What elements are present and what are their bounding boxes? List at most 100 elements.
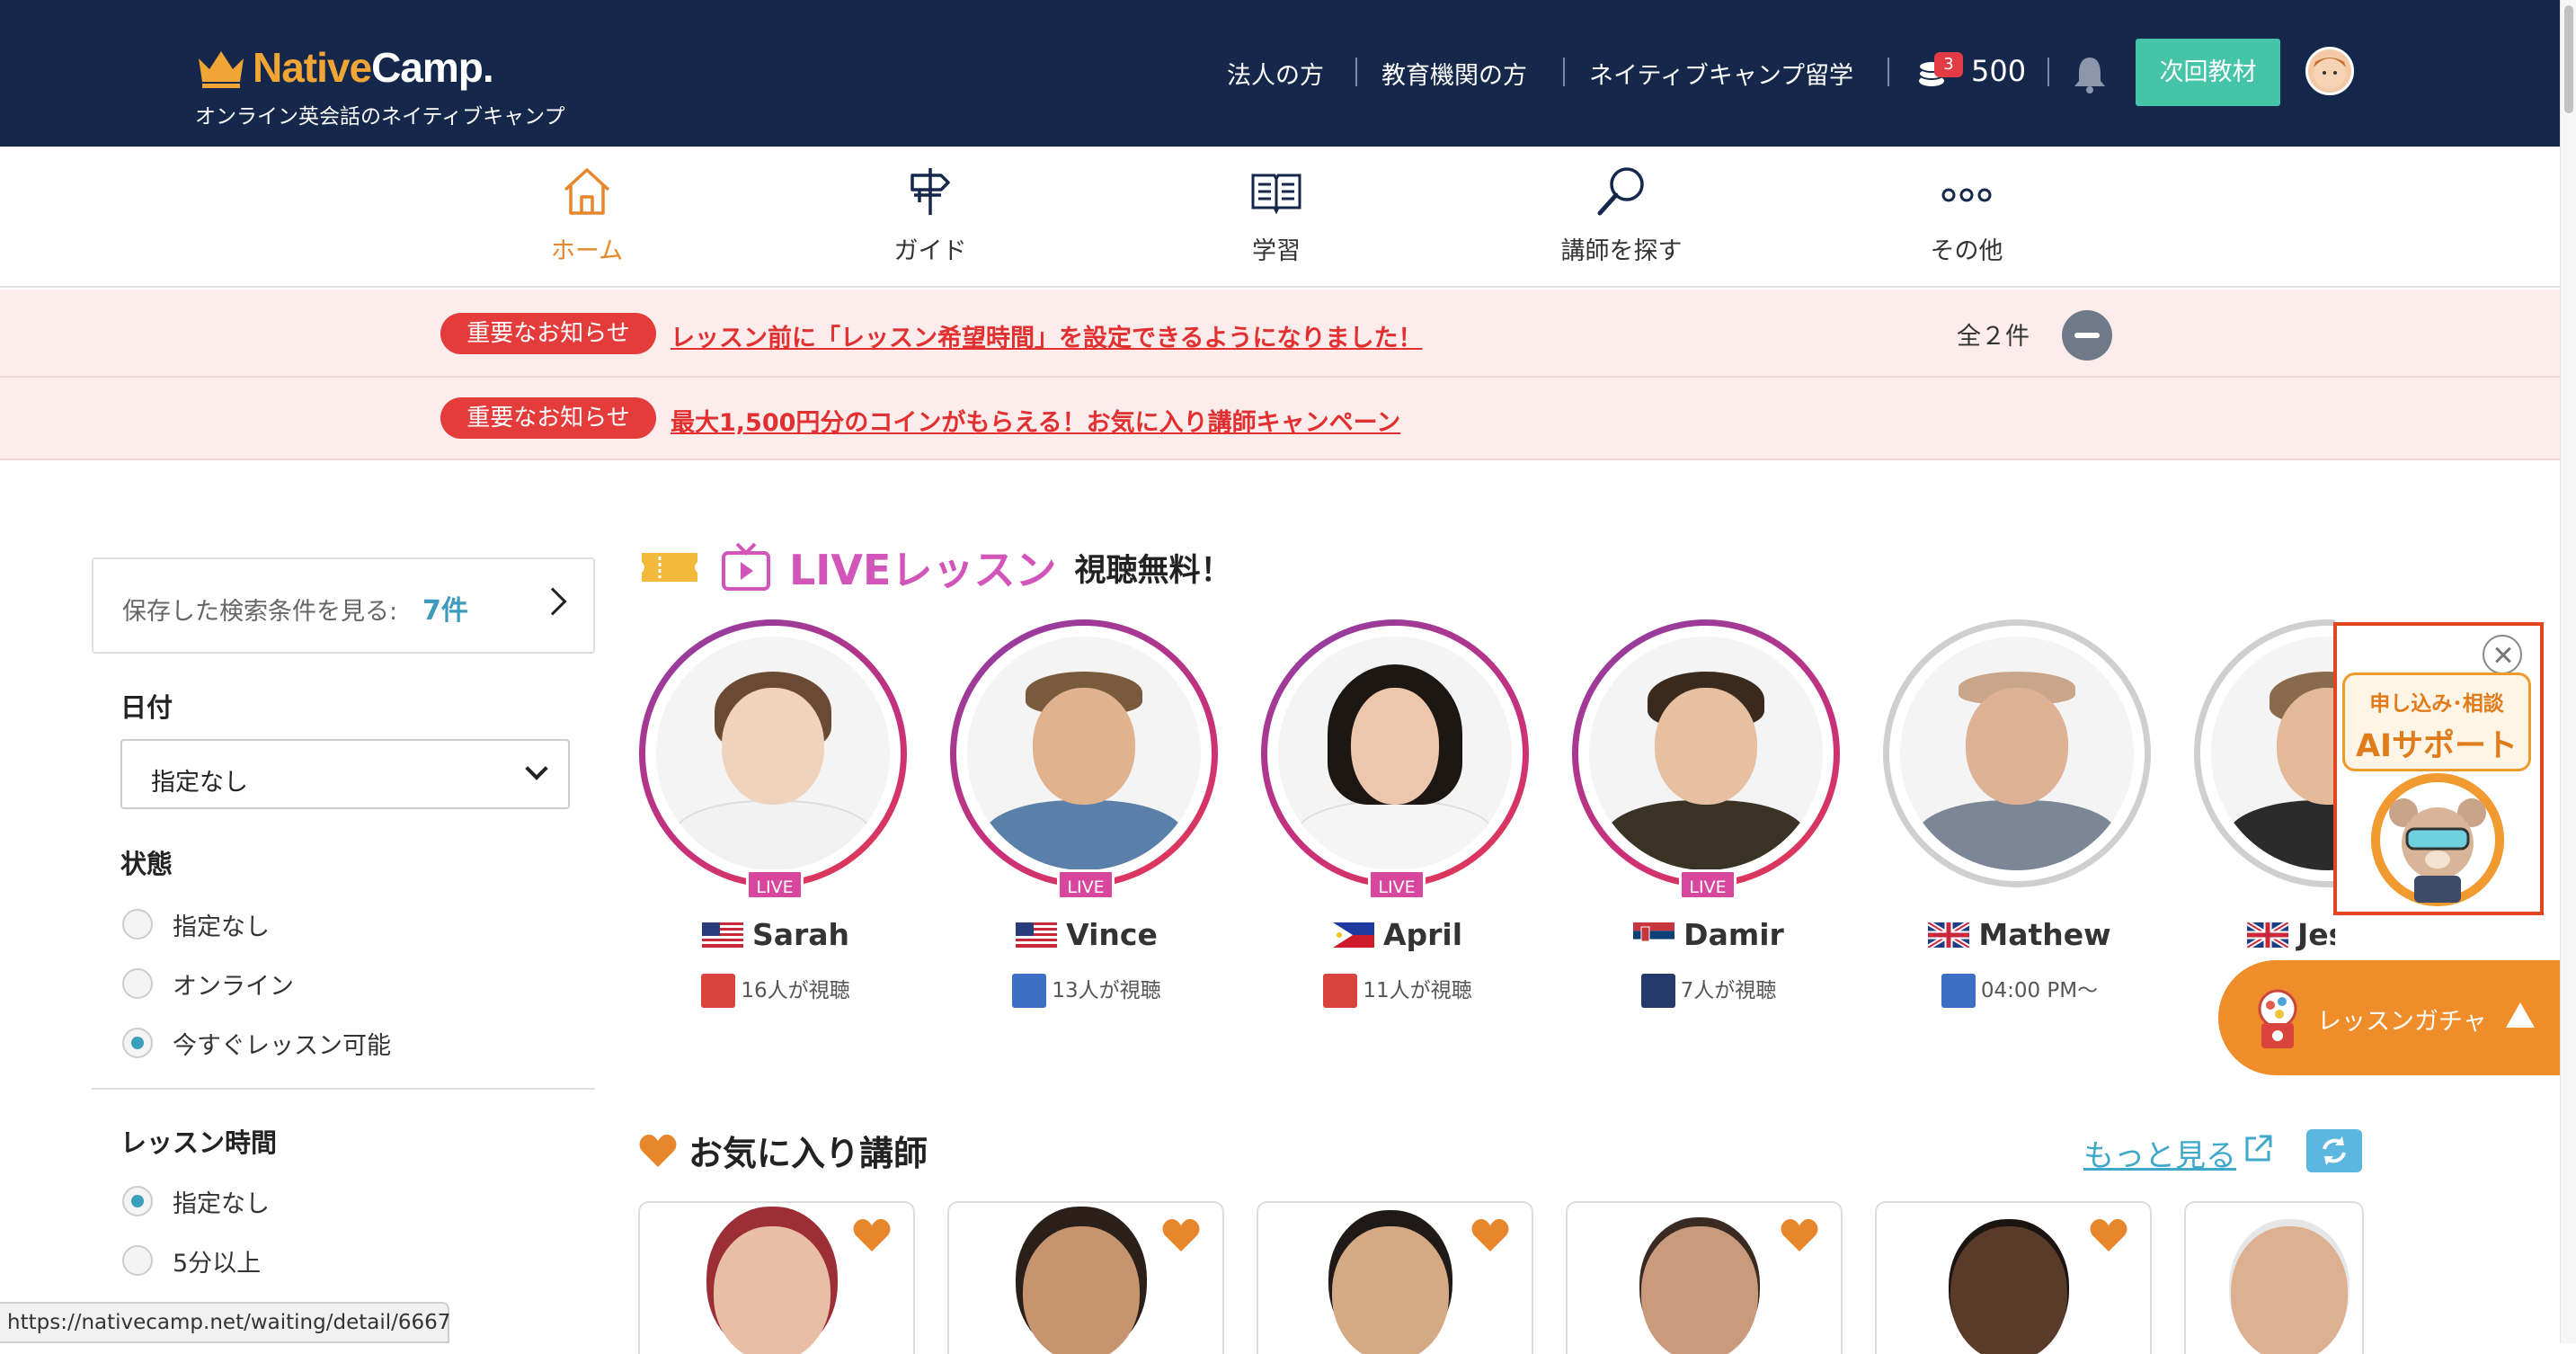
- education-link[interactable]: 教育機関の方: [1381, 56, 1527, 91]
- status-option-available-now[interactable]: 今すぐレッスン可能: [122, 1025, 391, 1061]
- favorite-teacher-card[interactable]: [1566, 1201, 1843, 1354]
- favorite-teacher-card[interactable]: [1257, 1201, 1533, 1354]
- teacher-schedule-row: 04:00 PM〜: [1880, 973, 2159, 1008]
- nav-guide[interactable]: ガイド: [831, 163, 1029, 266]
- live-teacher-card[interactable]: LIVE Vince 13人が視聴: [947, 617, 1226, 1008]
- live-teacher-card[interactable]: LIVE Damir 7人が視聴: [1569, 617, 1848, 1008]
- corporate-link[interactable]: 法人の方: [1227, 56, 1324, 91]
- status-option-online[interactable]: オンライン: [122, 966, 294, 1002]
- us-flag-icon: [1016, 922, 1058, 948]
- radio-button[interactable]: [122, 909, 153, 940]
- heart-icon[interactable]: [1780, 1217, 1819, 1253]
- heart-icon[interactable]: [852, 1217, 892, 1253]
- more-icon: [1941, 188, 1992, 202]
- teacher-ring: [2194, 619, 2335, 887]
- teacher-viewers: 11人が視聴: [1363, 979, 1472, 1002]
- teacher-photo: [1278, 637, 1512, 870]
- user-avatar[interactable]: [2305, 47, 2354, 95]
- saved-search-button[interactable]: 保存した検索条件を見る: 7件: [92, 557, 595, 654]
- teacher-ring: [639, 619, 907, 887]
- nav-find-teacher[interactable]: 講師を探す: [1523, 163, 1720, 266]
- status-option-none[interactable]: 指定なし: [122, 906, 270, 942]
- teacher-name-row: Vince: [947, 917, 1226, 952]
- scrollbar-thumb[interactable]: [2564, 5, 2573, 113]
- radio-label: 指定なし: [173, 1189, 270, 1218]
- nav-home[interactable]: ホーム: [488, 163, 686, 266]
- refresh-button[interactable]: [2306, 1129, 2362, 1172]
- teacher-ring: [1572, 619, 1840, 887]
- link-preview-statusbar: https://nativecamp.net/waiting/detail/66…: [0, 1302, 450, 1343]
- teacher-name: April: [1382, 917, 1463, 952]
- close-icon[interactable]: [2483, 635, 2522, 674]
- chevron-down-icon: [525, 757, 548, 780]
- teacher-viewers-row: 13人が視聴: [947, 973, 1226, 1008]
- live-free-label: 視聴無料！: [1074, 552, 1232, 589]
- radio-label: オンライン: [173, 972, 294, 1001]
- ai-support-bubble[interactable]: 申し込み･相談 AIサポート: [2342, 673, 2531, 771]
- gb-flag-icon: [2247, 922, 2288, 948]
- teacher-name: Damir: [1683, 917, 1784, 952]
- notice-row: 重要なお知らせ レッスン前に「レッスン希望時間」を設定できるようになりました！ …: [0, 290, 2560, 378]
- teacher-viewers: 13人が視聴: [1052, 979, 1161, 1002]
- heart-icon: [639, 1134, 677, 1167]
- lesson-time-option-5min[interactable]: 5分以上: [122, 1243, 261, 1278]
- heart-icon[interactable]: [2089, 1217, 2128, 1253]
- lesson-material-icon: [1323, 974, 1358, 1008]
- logo[interactable]: Native Camp.: [195, 43, 494, 92]
- external-link-icon[interactable]: [2242, 1133, 2274, 1165]
- collapse-notices-button[interactable]: [2062, 310, 2112, 361]
- radio-button-checked[interactable]: [122, 1186, 153, 1216]
- teacher-next-time: 04:00 PM〜: [1980, 979, 2099, 1002]
- see-more-link[interactable]: もっと見る: [2083, 1131, 2236, 1175]
- ai-support-widget[interactable]: 申し込み･相談 AIサポート: [2333, 622, 2544, 915]
- nav-find-teacher-label: 講師を探す: [1560, 237, 1683, 265]
- lesson-gacha-label: レッスンガチャ: [2317, 1008, 2487, 1036]
- lesson-material-icon: [701, 974, 736, 1008]
- radio-button[interactable]: [122, 968, 153, 999]
- crown-icon: [199, 51, 244, 88]
- ai-support-title: AIサポート: [2355, 728, 2518, 764]
- nav-study-label: 学習: [1252, 237, 1301, 265]
- teacher-card[interactable]: Mathew 04:00 PM〜: [1880, 617, 2159, 1008]
- heart-icon[interactable]: [1470, 1217, 1510, 1253]
- next-material-button[interactable]: 次回教材: [2136, 39, 2280, 106]
- live-teacher-card[interactable]: LIVE April 11人が視聴: [1258, 617, 1537, 1008]
- bell-icon[interactable]: [2072, 54, 2108, 94]
- date-select[interactable]: 指定なし: [120, 739, 570, 809]
- page-scrollbar[interactable]: [2560, 0, 2576, 1343]
- live-badge: LIVE: [1679, 869, 1737, 900]
- ai-bear-mascot[interactable]: [2371, 773, 2504, 906]
- study-abroad-link[interactable]: ネイティブキャンプ留学: [1589, 56, 1853, 91]
- lesson-material-icon: [1941, 974, 1976, 1008]
- teacher-ring: [1883, 619, 2151, 887]
- rs-flag-icon: [1633, 922, 1675, 948]
- radio-button-checked[interactable]: [122, 1028, 153, 1058]
- notice-link[interactable]: レッスン前に「レッスン希望時間」を設定できるようになりました！: [671, 318, 1422, 353]
- teacher-photo: [2231, 1226, 2348, 1354]
- teacher-viewers-row: 16人が視聴: [636, 973, 915, 1008]
- notice-link[interactable]: 最大1,500円分のコインがもらえる！お気に入り講師キャンペーン: [671, 403, 1400, 438]
- book-icon: [1251, 174, 1301, 215]
- teacher-photo: [1332, 1226, 1449, 1354]
- live-badge: LIVE: [1057, 869, 1115, 900]
- radio-label: 指定なし: [173, 913, 270, 941]
- lesson-gacha-button[interactable]: レッスンガチャ: [2218, 960, 2560, 1075]
- coin-count[interactable]: 500: [1971, 54, 2026, 88]
- lesson-time-option-none[interactable]: 指定なし: [122, 1183, 270, 1219]
- favorite-teacher-card[interactable]: [1875, 1201, 2152, 1354]
- nav-other[interactable]: その他: [1868, 163, 2065, 266]
- favorite-teacher-card[interactable]: [638, 1201, 915, 1354]
- nav-study[interactable]: 学習: [1177, 163, 1375, 266]
- teacher-photo: [1950, 1226, 2067, 1354]
- teacher-name-row: April: [1258, 917, 1537, 952]
- heart-icon[interactable]: [1161, 1217, 1201, 1253]
- teacher-name: Jess: [2297, 917, 2335, 952]
- teacher-card[interactable]: Jess: [2191, 617, 2335, 994]
- header-divider: [1888, 58, 1889, 86]
- radio-button[interactable]: [122, 1245, 153, 1276]
- lesson-material-icon: [1640, 974, 1675, 1008]
- favorite-teacher-card[interactable]: [2184, 1201, 2364, 1354]
- avatar-image: [2314, 57, 2346, 89]
- favorite-teacher-card[interactable]: [947, 1201, 1224, 1354]
- live-teacher-card[interactable]: LIVE Sarah 16人が視聴: [636, 617, 915, 1008]
